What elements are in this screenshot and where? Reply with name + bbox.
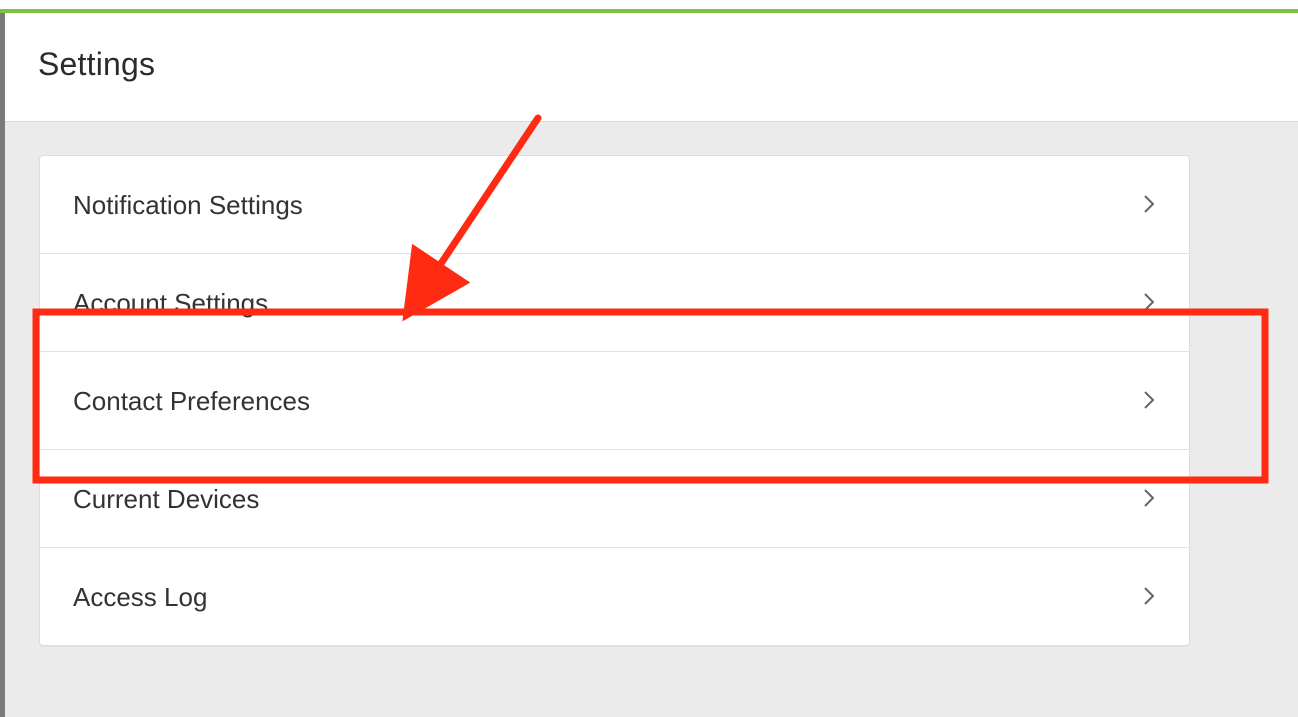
settings-item-label: Contact Preferences — [73, 386, 311, 416]
settings-screen: Settings Notification Settings Account S… — [0, 0, 1298, 717]
settings-item-account-settings[interactable]: Account Settings — [40, 254, 1189, 352]
settings-item-contact-preferences[interactable]: Contact Preferences — [40, 352, 1189, 450]
settings-header: Settings — [5, 13, 1298, 122]
page-title: Settings — [38, 46, 156, 82]
chevron-right-icon — [1144, 195, 1155, 213]
settings-content: Notification Settings Account Settings C… — [5, 122, 1298, 717]
chevron-right-icon — [1144, 293, 1155, 311]
settings-item-label: Account Settings — [73, 288, 269, 318]
settings-item-notification-settings[interactable]: Notification Settings — [40, 156, 1189, 254]
settings-item-label: Notification Settings — [73, 190, 303, 220]
chevron-right-icon — [1144, 391, 1155, 409]
settings-list-card: Notification Settings Account Settings C… — [39, 155, 1190, 646]
settings-item-access-log[interactable]: Access Log — [40, 548, 1189, 645]
settings-item-label: Current Devices — [73, 484, 260, 514]
settings-item-current-devices[interactable]: Current Devices — [40, 450, 1189, 548]
chevron-right-icon — [1144, 587, 1155, 605]
chevron-right-icon — [1144, 489, 1155, 507]
settings-item-label: Access Log — [73, 582, 208, 612]
